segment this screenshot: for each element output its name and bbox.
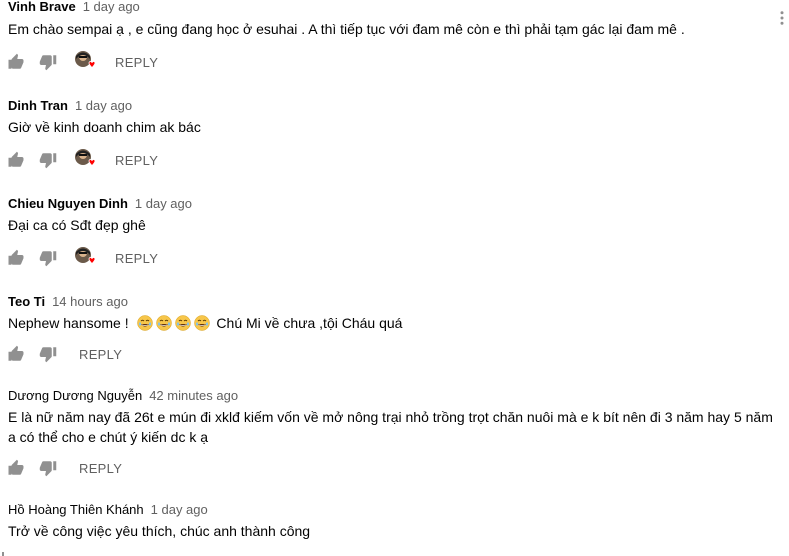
- comment-time[interactable]: 1 day ago: [151, 502, 208, 517]
- comment-header: Chieu Nguyen Dinh 1 day ago: [8, 196, 192, 212]
- grinning-sweat-emoji-icon: [194, 315, 210, 331]
- comment-text: Nephew hansome ! Chú Mi về chưa ,tội Chá…: [8, 313, 402, 333]
- comment-text: Giờ về kinh doanh chim ak bác: [8, 119, 201, 135]
- grinning-sweat-emoji-icon: [175, 315, 191, 331]
- comment-header: Vinh Brave 1 day ago: [8, 0, 140, 15]
- action-menu-icon[interactable]: [773, 9, 789, 27]
- like-icon[interactable]: [7, 53, 25, 71]
- comment-text: Trở về công việc yêu thích, chúc anh thà…: [8, 523, 311, 539]
- grinning-sweat-emoji-icon: [156, 315, 172, 331]
- reply-button[interactable]: REPLY: [79, 461, 122, 477]
- comment-time[interactable]: 1 day ago: [83, 0, 140, 14]
- comment-author[interactable]: Dương Dương Nguyễn: [8, 388, 142, 403]
- reply-button[interactable]: REPLY: [79, 347, 122, 363]
- grinning-sweat-emoji-icon: [137, 315, 153, 331]
- comments-section: Vinh Brave 1 day ago Em chào sempai ạ , e…: [0, 0, 789, 556]
- comment-author[interactable]: Teo Ti: [8, 294, 45, 309]
- comment-actions: REPLY: [0, 345, 300, 365]
- comment-header: Dương Dương Nguyễn 42 minutes ago: [8, 388, 238, 404]
- dislike-icon[interactable]: [39, 345, 57, 363]
- creator-heart-icon: [74, 246, 96, 268]
- like-icon[interactable]: [7, 151, 25, 169]
- comment-author[interactable]: Hồ Hoàng Thiên Khánh: [8, 502, 144, 517]
- comment-header: Teo Ti 14 hours ago: [8, 294, 128, 310]
- reply-button[interactable]: REPLY: [115, 153, 158, 169]
- creator-heart-icon: [74, 148, 96, 170]
- like-icon[interactable]: [7, 459, 25, 477]
- comment-author[interactable]: Chieu Nguyen Dinh: [8, 196, 128, 211]
- dislike-icon[interactable]: [39, 151, 57, 169]
- comment-text-start: Nephew hansome !: [8, 315, 129, 331]
- comment-text-line-1: E là nữ năm nay đã 26t e mún đi xklđ kiế…: [8, 409, 773, 425]
- dislike-icon[interactable]: [39, 53, 57, 71]
- comment-text-line-2: a có thể cho e chút ý kiến dc k ạ: [8, 429, 209, 445]
- comment-actions: REPLY: [0, 459, 300, 479]
- comment-time[interactable]: 14 hours ago: [52, 294, 128, 309]
- dislike-icon[interactable]: [39, 459, 57, 477]
- reply-button[interactable]: REPLY: [115, 251, 158, 267]
- comment-actions: REPLY: [0, 249, 300, 269]
- comment-text: Đại ca có Sđt đẹp ghê: [8, 217, 146, 233]
- like-icon-partial[interactable]: [0, 551, 6, 556]
- comment-actions: REPLY: [0, 151, 300, 171]
- comment-header: Hồ Hoàng Thiên Khánh 1 day ago: [8, 502, 208, 518]
- comment-header: Dinh Tran 1 day ago: [8, 98, 132, 114]
- comment-time[interactable]: 1 day ago: [135, 196, 192, 211]
- comment-time[interactable]: 1 day ago: [75, 98, 132, 113]
- comment-actions: REPLY: [0, 53, 300, 73]
- dislike-icon[interactable]: [39, 249, 57, 267]
- comment-text-end: Chú Mi về chưa ,tội Cháu quá: [216, 315, 403, 331]
- comment-author[interactable]: Vinh Brave: [8, 0, 76, 14]
- like-icon[interactable]: [7, 345, 25, 363]
- emoji-group: [137, 315, 217, 331]
- reply-button[interactable]: REPLY: [115, 55, 158, 71]
- comment-time[interactable]: 42 minutes ago: [149, 388, 238, 403]
- creator-heart-icon: [74, 50, 96, 72]
- comment-author[interactable]: Dinh Tran: [8, 98, 68, 113]
- comment-text: Em chào sempai ạ , e cũng đang học ở esu…: [8, 21, 685, 37]
- like-icon[interactable]: [7, 249, 25, 267]
